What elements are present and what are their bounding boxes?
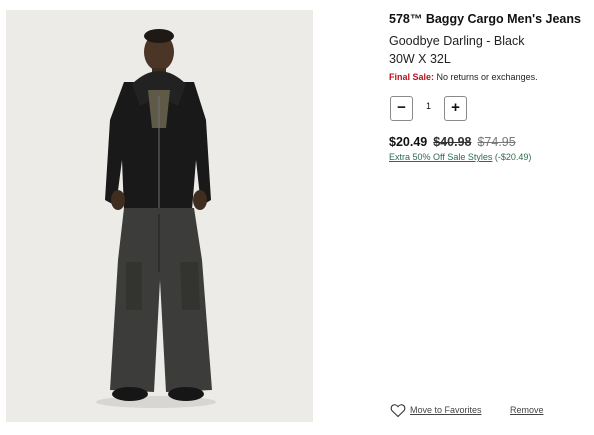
product-title[interactable]: 578™ Baggy Cargo Men's Jeans	[389, 12, 581, 26]
quantity-value[interactable]: 1	[415, 101, 442, 111]
original-price: $74.95	[477, 135, 516, 149]
final-sale-notice: Final Sale: No returns or exchanges.	[389, 72, 538, 82]
remove-link[interactable]: Remove	[510, 405, 544, 415]
promo-savings: (-$20.49)	[494, 152, 532, 162]
product-image[interactable]	[6, 10, 313, 422]
sale-price: $20.49	[389, 135, 428, 149]
quantity-stepper: − 1 +	[389, 96, 469, 122]
promo-line: Extra 50% Off Sale Styles (-$20.49)	[389, 152, 531, 162]
final-sale-label: Final Sale:	[389, 72, 435, 82]
decrease-quantity-button[interactable]: −	[390, 96, 413, 121]
increase-quantity-button[interactable]: +	[444, 96, 467, 121]
price-row: $20.49 $40.98 $74.95	[389, 135, 516, 149]
was-price: $40.98	[433, 135, 472, 149]
product-color: Goodbye Darling - Black	[389, 34, 525, 48]
item-actions: Move to Favorites Remove	[390, 402, 590, 420]
product-size: 30W X 32L	[389, 52, 451, 66]
final-sale-text: No returns or exchanges.	[436, 72, 538, 82]
move-to-favorites-link[interactable]: Move to Favorites	[410, 405, 482, 415]
promo-link[interactable]: Extra 50% Off Sale Styles	[389, 152, 492, 162]
heart-icon[interactable]	[390, 403, 406, 418]
